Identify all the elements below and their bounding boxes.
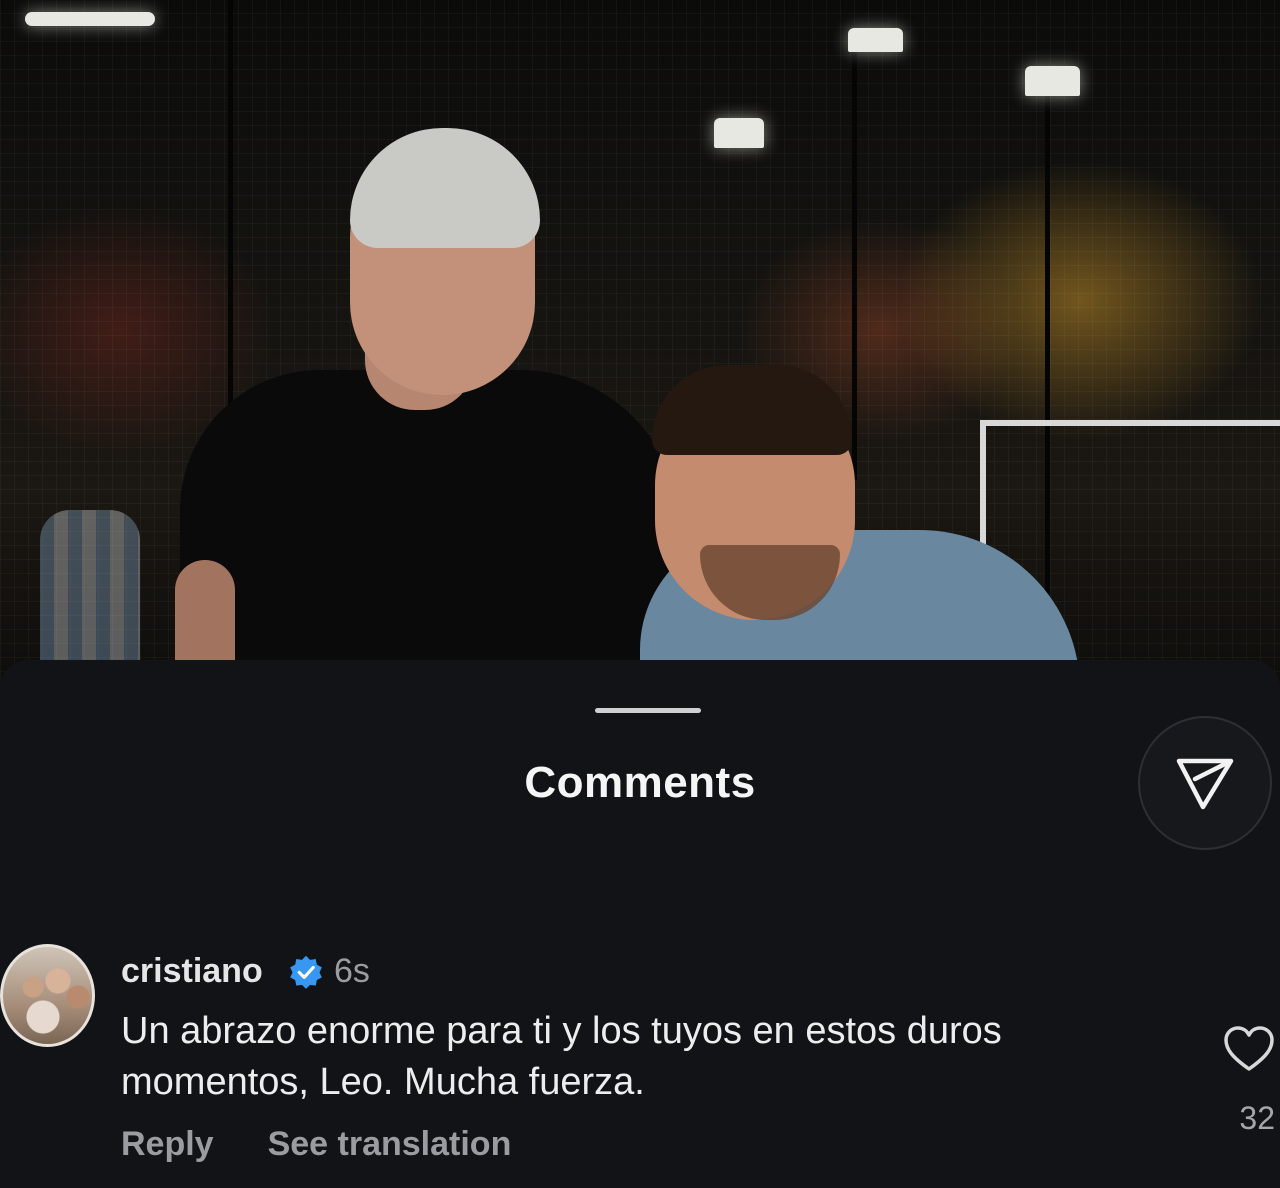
sheet-title: Comments (524, 758, 756, 807)
background-person (40, 510, 140, 660)
ceiling-light (1025, 66, 1080, 96)
ceiling-light (714, 118, 764, 148)
post-photo (0, 0, 1280, 700)
send-icon (1176, 758, 1234, 810)
see-translation-button[interactable]: See translation (268, 1125, 512, 1164)
person-left-shirt (180, 370, 680, 700)
pole (228, 0, 233, 420)
ceiling-light (848, 28, 903, 52)
drag-handle[interactable] (595, 708, 701, 713)
comment-actions: Reply See translation (121, 1125, 511, 1164)
comment-timestamp: 6s (334, 952, 370, 990)
reply-button[interactable]: Reply (121, 1125, 214, 1164)
comment-item: cristiano 6s Un abrazo enorme para ti y … (0, 940, 1280, 1188)
comment-username[interactable]: cristiano (121, 952, 263, 991)
heart-icon[interactable] (1222, 1024, 1276, 1074)
pole (852, 40, 857, 480)
like-count: 32 (1239, 1100, 1275, 1136)
avatar[interactable] (0, 944, 95, 1047)
share-button[interactable] (1138, 716, 1272, 850)
ceiling-light (25, 12, 155, 26)
comments-sheet: Comments cristiano 6s Un abrazo enorme p… (0, 660, 1280, 1188)
verified-badge-icon (290, 955, 322, 989)
comment-text: Un abrazo enorme para ti y los tuyos en … (121, 1010, 1002, 1103)
